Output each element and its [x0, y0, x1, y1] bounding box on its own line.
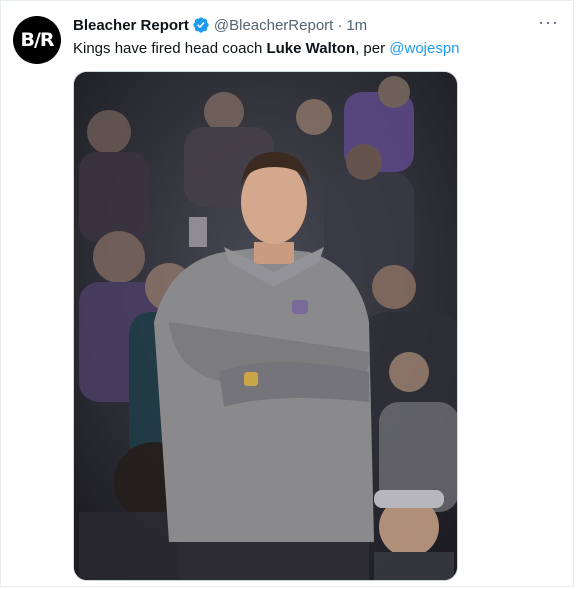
author-handle[interactable]: @BleacherReport	[214, 17, 333, 34]
more-options-icon[interactable]: ···	[538, 12, 559, 33]
tweet-text-bold: Luke Walton	[266, 40, 356, 57]
avatar-logo-text: B/R	[20, 29, 54, 51]
tweet-text: Kings have fired head coach Luke Walton,…	[73, 39, 460, 59]
photo-coach-crowd	[74, 72, 457, 580]
author-avatar[interactable]: B/R	[13, 16, 61, 64]
meta-separator: ·	[337, 16, 343, 34]
tweet-timestamp[interactable]: 1m	[346, 17, 367, 34]
tweet-header: Bleacher Report @BleacherReport · 1m	[73, 16, 367, 34]
mention-link[interactable]: @wojespn	[389, 40, 459, 57]
tweet-card[interactable]: B/R Bleacher Report @BleacherReport · 1m…	[0, 0, 574, 587]
author-name[interactable]: Bleacher Report	[73, 17, 189, 34]
tweet-text-part: Kings have fired head coach	[73, 40, 267, 57]
tweet-photo[interactable]	[73, 71, 458, 581]
verified-badge-icon	[193, 17, 209, 33]
tweet-text-part: , per	[355, 40, 390, 57]
